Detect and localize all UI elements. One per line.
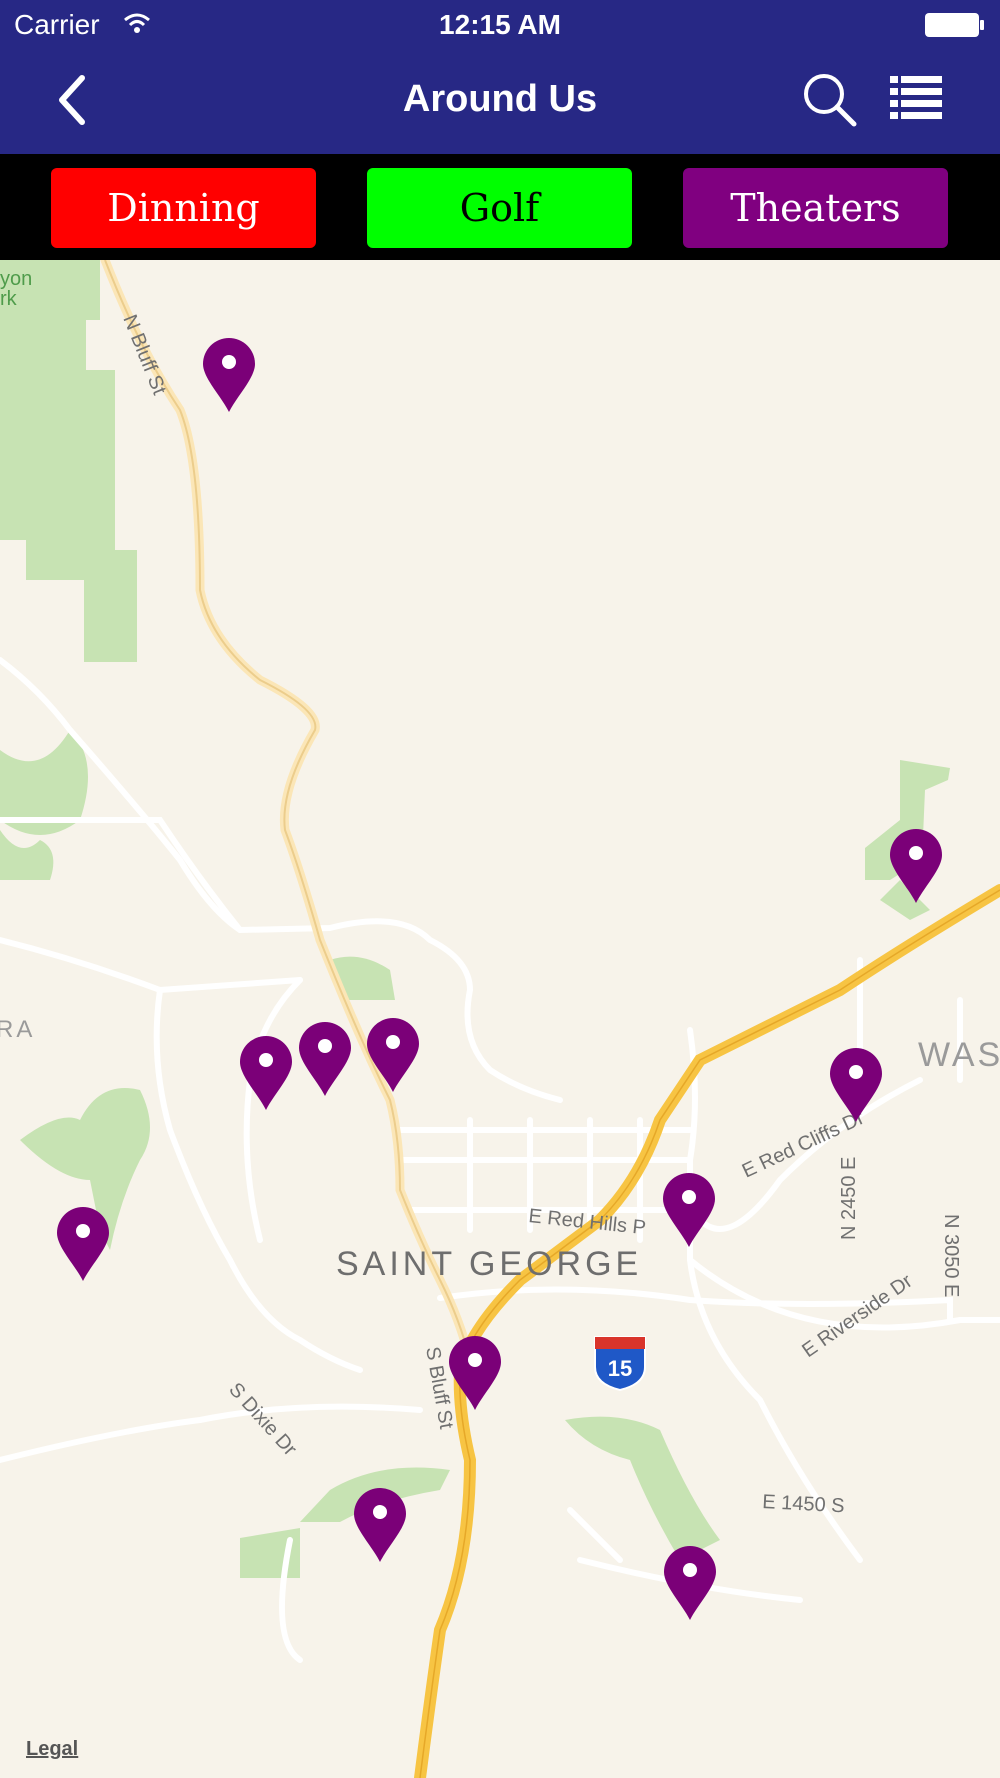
status-time: 12:15 AM	[439, 9, 561, 40]
e1450-label: E 1450 S	[762, 1491, 845, 1517]
golf-filter-button[interactable]: Golf	[367, 168, 632, 248]
search-button[interactable]	[800, 70, 860, 130]
nav-bar: Around Us	[0, 50, 1000, 154]
map-pin-dot	[318, 1039, 332, 1053]
map-pin-dot	[468, 1353, 482, 1367]
status-bar: Carrier 12:15 AM	[0, 0, 1000, 50]
map-view[interactable]: 15 N Bluff St S Bluff St S Dixie Dr E Re…	[0, 260, 1000, 1778]
battery-icon	[924, 12, 986, 43]
n3050-label: N 3050 E	[940, 1214, 962, 1297]
list-icon	[890, 76, 942, 119]
map-pin-dot	[222, 355, 236, 369]
city-label: SAINT GEORGE	[336, 1245, 642, 1283]
map-pin-dot	[386, 1035, 400, 1049]
dining-filter-button[interactable]: Dinning	[51, 168, 316, 248]
list-view-button[interactable]	[888, 72, 948, 132]
was-label: WAS	[918, 1036, 1000, 1074]
map-pin-dot	[683, 1563, 697, 1577]
theaters-filter-button[interactable]: Theaters	[683, 168, 948, 248]
ra-label: RA	[0, 1016, 35, 1043]
legal-link[interactable]: Legal	[26, 1738, 78, 1761]
search-icon	[804, 74, 857, 127]
map-pin-dot	[682, 1190, 696, 1204]
map-pin-dot	[849, 1065, 863, 1079]
filter-bar: Dinning Golf Theaters	[0, 154, 1000, 260]
map-pin-dot	[909, 846, 923, 860]
map-pin-dot	[76, 1224, 90, 1238]
map-pin-dot	[373, 1505, 387, 1519]
yon-label: yon	[0, 268, 32, 290]
interstate-shield: 15	[594, 1336, 646, 1392]
svg-text:15: 15	[608, 1356, 632, 1381]
rk-label: rk	[0, 288, 18, 310]
map-pin-dot	[259, 1053, 273, 1067]
n2450-label: N 2450 E	[838, 1157, 860, 1240]
